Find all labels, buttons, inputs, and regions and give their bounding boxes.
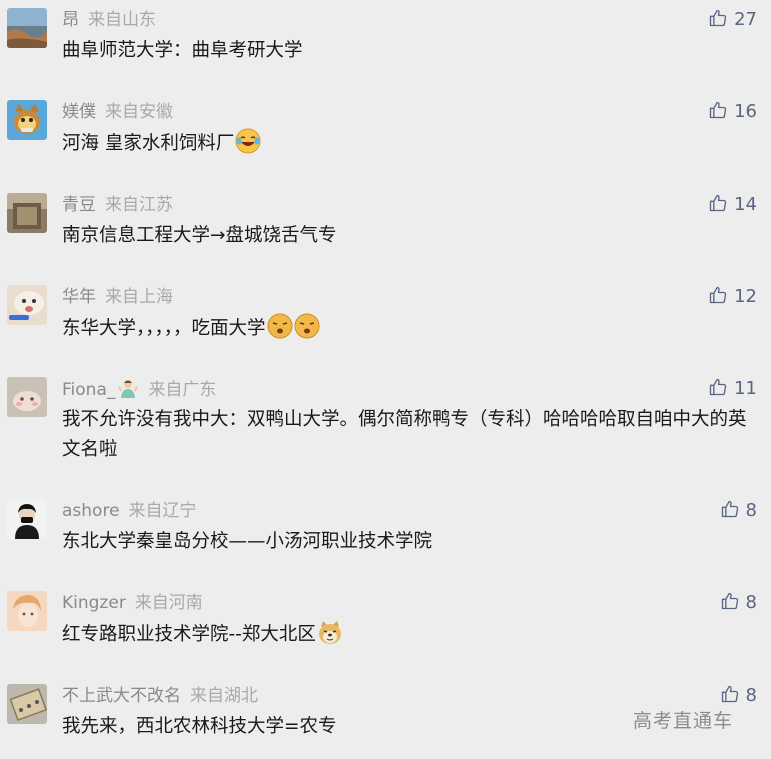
like-button[interactable]: 12	[708, 285, 757, 309]
thumbs-up-icon	[721, 500, 738, 518]
username[interactable]: ashore	[62, 501, 120, 521]
avatar[interactable]	[7, 100, 47, 140]
thumbs-up-icon	[709, 9, 727, 27]
avatar[interactable]	[7, 591, 47, 631]
like-count: 14	[734, 194, 757, 215]
doge-emoji-icon	[317, 619, 343, 655]
location-label: 来自安徽	[105, 102, 173, 122]
comment-text: 东华大学，，，，，吃面大学	[62, 313, 752, 349]
location-label: 来自山东	[88, 10, 156, 30]
username[interactable]: 青豆	[62, 195, 96, 215]
comment-text: 我不允许没有我中大：双鸭山大学。偶尔简称鸭专（专科）哈哈哈哈取自咱中大的英文名啦	[62, 409, 747, 460]
comment-meta: 华年 来自上海	[62, 285, 173, 309]
location-label: 来自辽宁	[128, 501, 197, 521]
location-label: 来自江苏	[105, 195, 173, 215]
username[interactable]: 媄僕	[62, 102, 96, 122]
comment-meta: 媄僕 来自安徽	[62, 100, 173, 124]
avatar[interactable]	[7, 285, 47, 325]
comment-meta: ashore 来自辽宁	[62, 499, 197, 523]
like-count: 8	[745, 592, 757, 613]
laughing-tears-emoji-icon	[235, 128, 261, 164]
like-button[interactable]: 8	[720, 499, 757, 523]
comment-meta: 不上武大不改名 来自湖北	[62, 684, 258, 708]
comment-text: 南京信息工程大学→盘城饶舌气专	[62, 225, 337, 246]
thumbs-up-icon	[709, 194, 727, 212]
location-label: 来自上海	[105, 287, 173, 307]
avatar[interactable]	[7, 193, 47, 233]
like-count: 8	[745, 685, 757, 706]
person-gesturing-emoji-icon	[117, 377, 139, 406]
comment-meta: 昂来自山东	[62, 8, 156, 32]
comment-meta: Kingzer 来自河南	[62, 591, 203, 615]
thumbs-up-icon	[709, 101, 727, 119]
comment-meta: 青豆 来自江苏	[62, 193, 173, 217]
username[interactable]: 不上武大不改名	[62, 686, 181, 706]
like-button[interactable]: 16	[708, 100, 757, 124]
avatar[interactable]	[7, 8, 47, 48]
sleepy-face-emoji-icon	[294, 313, 320, 349]
comment-text: 红专路职业技术学院--郑大北区	[62, 619, 752, 655]
like-count: 27	[734, 9, 757, 30]
location-label: 来自湖北	[190, 686, 258, 706]
location-label: 来自河南	[134, 593, 203, 613]
username[interactable]: 华年	[62, 287, 96, 307]
like-count: 12	[734, 286, 757, 307]
thumbs-up-icon	[709, 286, 727, 304]
like-count: 16	[734, 101, 757, 122]
avatar[interactable]	[7, 377, 47, 417]
avatar[interactable]	[7, 499, 47, 539]
avatar[interactable]	[7, 684, 47, 724]
username[interactable]: Fiona_	[62, 380, 115, 400]
comment-text: 曲阜师范大学：曲阜考研大学	[62, 40, 303, 61]
username[interactable]: Kingzer	[62, 593, 126, 613]
like-count: 8	[745, 500, 757, 521]
comment-text: 河海 皇家水利饲料厂	[62, 128, 752, 164]
thumbs-up-icon	[709, 378, 727, 396]
comment-meta: Fiona_ 来自广东	[62, 377, 216, 401]
location-label: 来自广东	[148, 380, 217, 400]
thumbs-up-icon	[721, 592, 738, 610]
username[interactable]: 昂	[62, 10, 79, 30]
thumbs-up-icon	[721, 685, 738, 703]
like-button[interactable]: 11	[708, 377, 757, 401]
watermark: 高考直通车	[633, 710, 734, 732]
like-button[interactable]: 8	[720, 591, 757, 615]
like-button[interactable]: 27	[708, 8, 757, 32]
comment-text: 东北大学秦皇岛分校——小汤河职业技术学院	[62, 531, 433, 552]
like-button[interactable]: 8	[720, 684, 757, 708]
sleepy-face-emoji-icon	[267, 313, 293, 349]
like-count: 11	[734, 378, 757, 399]
like-button[interactable]: 14	[708, 193, 757, 217]
